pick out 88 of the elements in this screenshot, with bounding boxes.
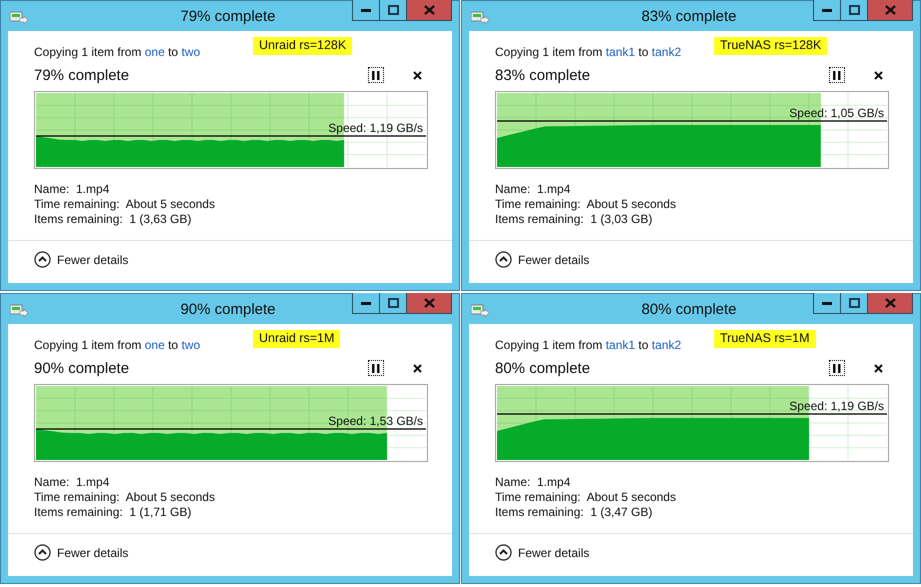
close-button[interactable] bbox=[867, 0, 913, 21]
maximize-button[interactable] bbox=[840, 0, 867, 21]
source-link[interactable]: tank1 bbox=[606, 45, 636, 59]
progress-status: 90% complete bbox=[34, 360, 130, 376]
minimize-icon bbox=[822, 302, 832, 304]
pause-button[interactable] bbox=[829, 67, 845, 83]
minimize-icon bbox=[822, 8, 832, 12]
speed-label: Speed: 1,19 GB/s bbox=[789, 399, 884, 413]
maximize-icon bbox=[848, 298, 860, 308]
minimize-button[interactable] bbox=[813, 0, 840, 21]
close-icon bbox=[874, 364, 882, 372]
minimize-button[interactable] bbox=[813, 293, 840, 314]
detail-line: Time remaining: About 5 seconds bbox=[495, 490, 677, 504]
copy-description: Copying 1 item from tank1 to tank2 bbox=[495, 338, 682, 352]
minimize-button[interactable] bbox=[352, 293, 379, 314]
progress-status: 83% complete bbox=[495, 66, 592, 84]
copy-description: Copying 1 item from tank1 to tank2 bbox=[495, 45, 682, 59]
maximize-button[interactable] bbox=[840, 293, 867, 314]
source-link[interactable]: one bbox=[144, 45, 165, 59]
progress-status: 80% complete bbox=[495, 360, 592, 376]
detail-line: Name: 1.mp4 bbox=[495, 182, 572, 196]
detail-line: Name: 1.mp4 bbox=[34, 182, 110, 196]
fewer-details-toggle[interactable]: Fewer details bbox=[34, 544, 128, 561]
copy-description: Copying 1 item from one to two bbox=[34, 338, 202, 352]
detail-line: Time remaining: About 5 seconds bbox=[495, 197, 677, 211]
speed-label: Speed: 1,53 GB/s bbox=[328, 414, 423, 428]
detail-line: Time remaining: About 5 seconds bbox=[34, 197, 216, 211]
window-title: 90% complete bbox=[179, 301, 277, 318]
detail-line: Time remaining: About 5 seconds bbox=[34, 490, 216, 504]
pause-button[interactable] bbox=[368, 360, 384, 376]
maximize-icon bbox=[388, 298, 398, 308]
window-title: 79% complete bbox=[179, 8, 277, 25]
window-title: 80% complete bbox=[640, 301, 738, 318]
close-icon bbox=[874, 70, 882, 80]
speed-label: Speed: 1,19 GB/s bbox=[328, 121, 423, 135]
destination-link[interactable]: tank2 bbox=[652, 45, 682, 59]
maximize-icon bbox=[848, 5, 860, 15]
copy-description: Copying 1 item from one to two bbox=[34, 45, 202, 59]
close-icon bbox=[412, 364, 422, 372]
detail-line: Items remaining: 1 (3,03 GB) bbox=[495, 212, 654, 226]
maximize-icon bbox=[388, 5, 398, 15]
speed-label: Speed: 1,05 GB/s bbox=[789, 106, 884, 120]
minimize-icon bbox=[361, 302, 371, 304]
destination-link[interactable]: two bbox=[181, 338, 200, 352]
progress-status: 79% complete bbox=[34, 66, 130, 84]
chevron-up-icon bbox=[34, 544, 51, 561]
close-button[interactable] bbox=[867, 293, 913, 314]
close-button[interactable] bbox=[406, 293, 452, 314]
detail-line: Items remaining: 1 (1,71 GB) bbox=[34, 505, 192, 519]
copy-icon bbox=[10, 10, 28, 24]
destination-link[interactable]: two bbox=[181, 45, 200, 59]
annotation-note: TrueNAS rs=1M bbox=[714, 330, 816, 348]
pause-icon bbox=[372, 364, 380, 372]
minimize-button[interactable] bbox=[352, 0, 379, 21]
copy-icon bbox=[471, 303, 489, 317]
close-icon bbox=[424, 5, 434, 15]
annotation-note: Unraid rs=128K bbox=[253, 37, 352, 55]
detail-line: Name: 1.mp4 bbox=[34, 475, 110, 489]
destination-link[interactable]: tank2 bbox=[652, 338, 682, 352]
close-icon bbox=[424, 298, 434, 308]
detail-line: Items remaining: 1 (3,47 GB) bbox=[495, 505, 654, 519]
source-link[interactable]: one bbox=[144, 338, 165, 352]
maximize-button[interactable] bbox=[379, 0, 406, 21]
fewer-details-toggle[interactable]: Fewer details bbox=[34, 251, 128, 268]
minimize-icon bbox=[361, 8, 371, 12]
chevron-up-icon bbox=[495, 251, 512, 268]
chevron-up-icon bbox=[495, 544, 512, 561]
close-icon bbox=[412, 70, 422, 80]
fewer-details-toggle[interactable]: Fewer details bbox=[495, 544, 590, 561]
close-button[interactable] bbox=[406, 0, 452, 21]
maximize-button[interactable] bbox=[379, 293, 406, 314]
pause-icon bbox=[833, 70, 841, 80]
fewer-details-toggle[interactable]: Fewer details bbox=[495, 251, 590, 268]
pause-button[interactable] bbox=[829, 360, 845, 376]
pause-icon bbox=[833, 364, 841, 372]
close-icon bbox=[884, 5, 896, 15]
pause-icon bbox=[372, 70, 380, 80]
source-link[interactable]: tank1 bbox=[606, 338, 636, 352]
pause-button[interactable] bbox=[368, 67, 384, 83]
copy-icon bbox=[471, 10, 489, 24]
close-icon bbox=[884, 298, 896, 308]
detail-line: Name: 1.mp4 bbox=[495, 475, 572, 489]
detail-line: Items remaining: 1 (3,63 GB) bbox=[34, 212, 192, 226]
window-title: 83% complete bbox=[640, 8, 738, 25]
annotation-note: Unraid rs=1M bbox=[253, 330, 340, 348]
copy-icon bbox=[10, 303, 28, 317]
annotation-note: TrueNAS rs=128K bbox=[714, 37, 828, 55]
chevron-up-icon bbox=[34, 251, 51, 268]
